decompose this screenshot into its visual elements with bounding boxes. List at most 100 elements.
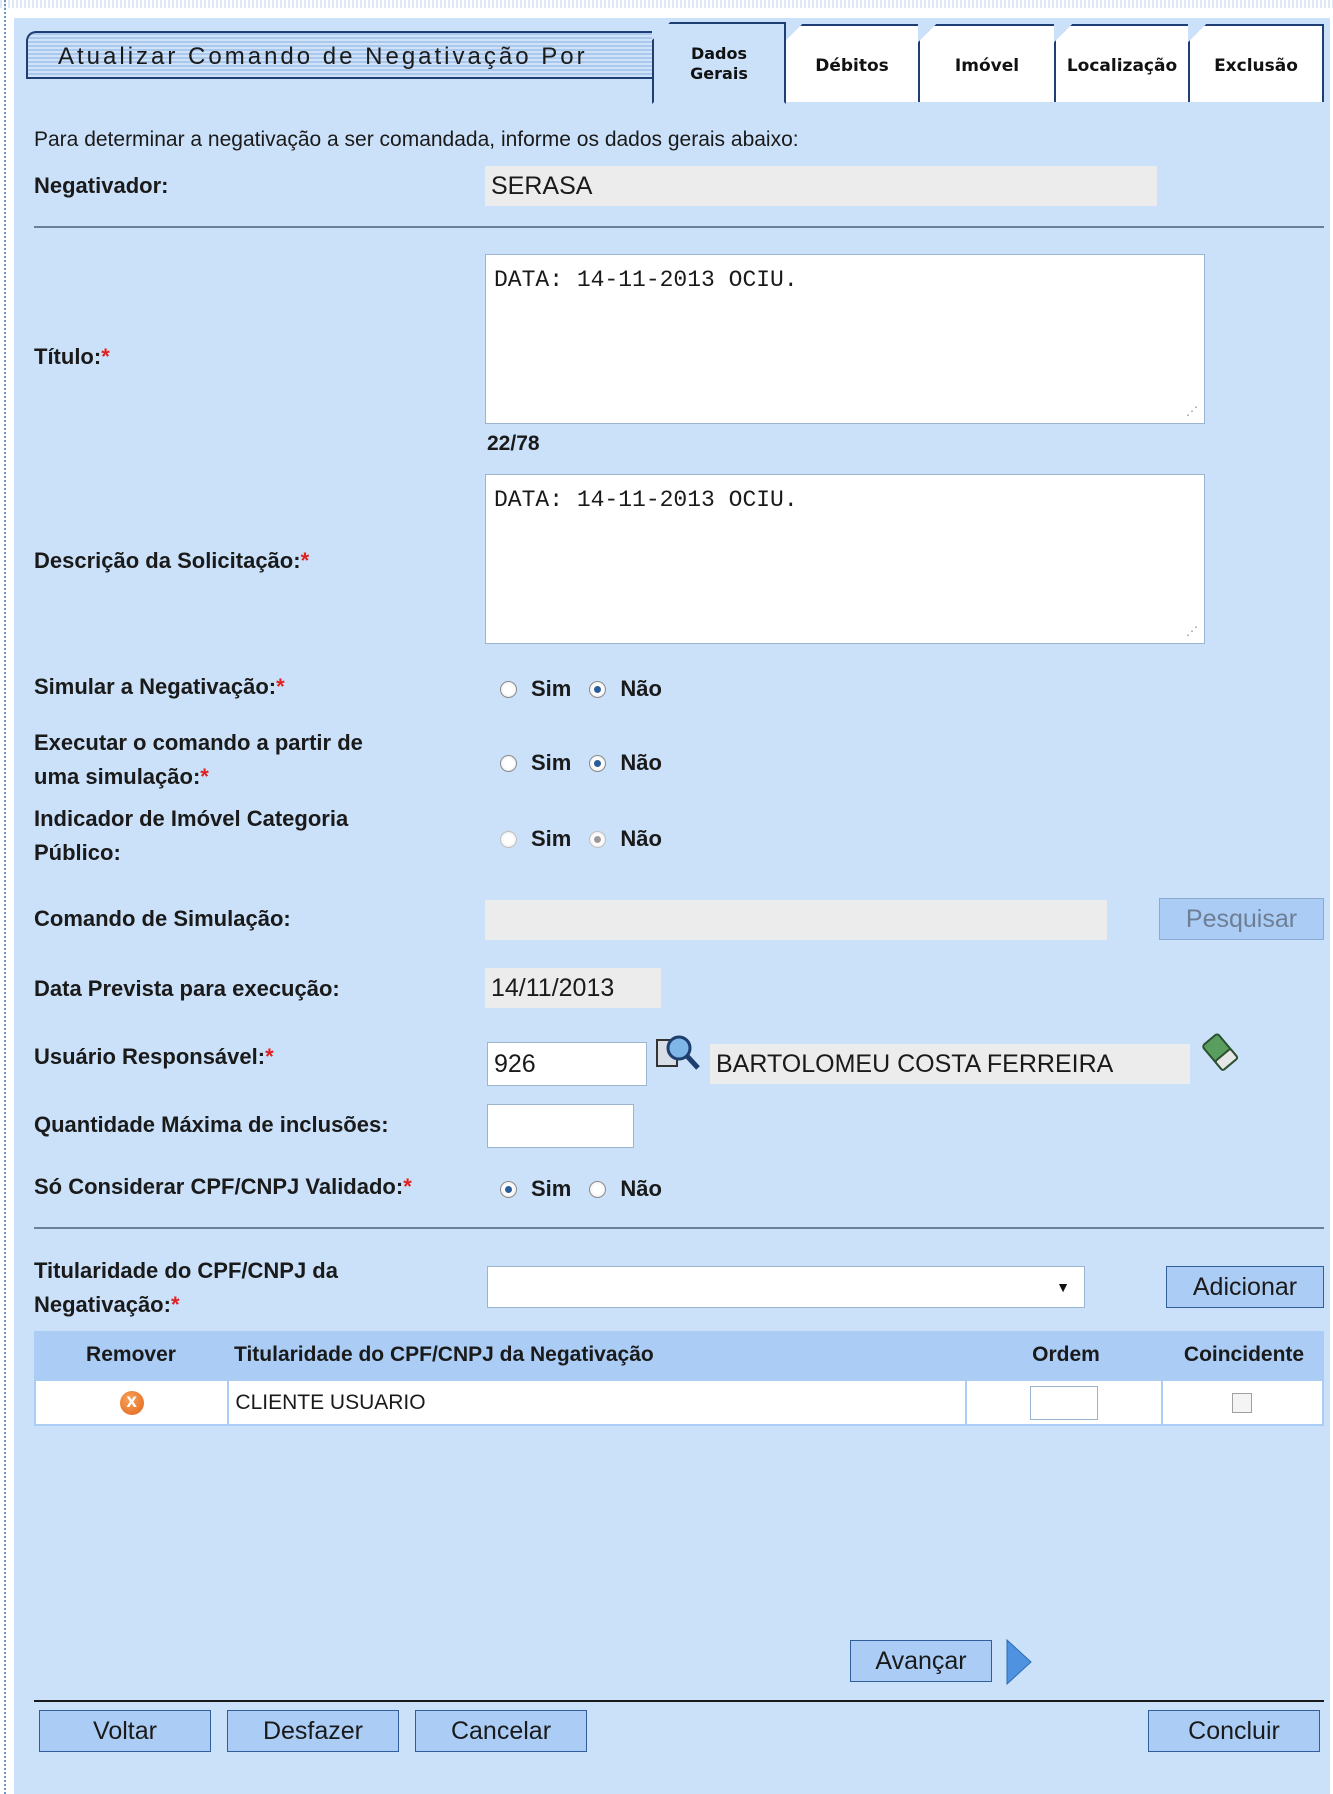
usuario-code-input[interactable]: 926	[487, 1042, 647, 1086]
titularidade-label-line2: Negativação:	[34, 1292, 171, 1317]
titularidade-select[interactable]: ▼	[487, 1266, 1085, 1308]
data-prevista-value: 14/11/2013	[485, 968, 661, 1008]
executar-label-line1: Executar o comando a partir de	[34, 730, 363, 755]
tab-debitos[interactable]: Débitos	[784, 24, 920, 102]
comando-simulacao-label: Comando de Simulação:	[34, 906, 291, 931]
usuario-name-value: BARTOLOMEU COSTA FERREIRA	[710, 1044, 1190, 1084]
required-marker: *	[403, 1174, 412, 1199]
window-left-edge	[0, 0, 6, 1794]
tab-debitos-label: Débitos	[815, 56, 889, 76]
simular-sim-radio[interactable]	[500, 680, 517, 698]
adicionar-button[interactable]: Adicionar	[1166, 1266, 1324, 1308]
simular-radio-group: Sim Não	[500, 672, 680, 706]
negativador-label: Negativador:	[34, 173, 169, 198]
tab-exclusao-label: Exclusão	[1214, 56, 1298, 76]
titularidade-label: Negativação:*	[34, 1288, 180, 1322]
tab-imovel[interactable]: Imóvel	[918, 24, 1056, 102]
simular-nao-radio[interactable]	[589, 680, 607, 698]
cpf-validado-label: Só Considerar CPF/CNPJ Validado:*	[34, 1170, 412, 1204]
indicador-radio-group: Sim Não	[500, 822, 680, 856]
executar-nao-radio[interactable]	[589, 754, 607, 772]
executar-nao-label: Não	[620, 750, 662, 775]
required-marker: *	[200, 764, 209, 789]
descricao-label-text: Descrição da Solicitação:	[34, 548, 301, 573]
tab-dados-gerais[interactable]: Dados Gerais	[652, 22, 786, 104]
header-coincidente: Coincidente	[1183, 1343, 1305, 1366]
cpf-validado-label-text: Só Considerar CPF/CNPJ Validado:	[34, 1174, 404, 1199]
ordem-cell	[967, 1381, 1163, 1424]
simular-sim-label: Sim	[531, 676, 572, 701]
simular-label-text: Simular a Negativação:	[34, 674, 277, 699]
divider	[34, 1227, 1324, 1229]
indicador-label-line1: Indicador de Imóvel Categoria	[34, 806, 349, 831]
tab-imovel-label: Imóvel	[954, 56, 1020, 76]
tab-dados-gerais-line2: Gerais	[690, 64, 748, 83]
executar-sim-radio[interactable]	[500, 754, 517, 772]
data-prevista-label: Data Prevista para execução:	[34, 976, 340, 1001]
window-top-edge	[0, 0, 1333, 8]
cpf-validado-sim-label: Sim	[531, 1176, 572, 1201]
magnifier-icon[interactable]	[653, 1030, 703, 1078]
desfazer-button[interactable]: Desfazer	[227, 1710, 399, 1752]
table-row: X CLIENTE USUARIO	[34, 1379, 1324, 1426]
comando-simulacao-field	[485, 900, 1107, 940]
chevron-down-icon: ▼	[1056, 1279, 1070, 1295]
tab-localizacao[interactable]: Localização	[1054, 24, 1190, 102]
header-remover: Remover	[86, 1343, 176, 1366]
executar-label-line2: uma simulação:	[34, 764, 201, 789]
quantidade-label: Quantidade Máxima de inclusões:	[34, 1112, 389, 1137]
tab-localizacao-label: Localização	[1066, 56, 1178, 76]
required-marker: *	[276, 674, 285, 699]
usuario-label: Usuário Responsável:*	[34, 1040, 274, 1074]
indicador-nao-label: Não	[620, 826, 662, 851]
header-titularidade: Titularidade do CPF/CNPJ da Negativação	[234, 1343, 654, 1366]
voltar-button[interactable]: Voltar	[39, 1710, 211, 1752]
titulo-label-text: Título:	[34, 344, 102, 369]
required-marker: *	[300, 548, 310, 573]
titulo-value: DATA: 14-11-2013 OCIU.	[494, 267, 798, 293]
executar-sim-label: Sim	[531, 750, 572, 775]
arrow-right-icon[interactable]	[1004, 1638, 1034, 1686]
cpf-validado-sim-radio[interactable]	[500, 1180, 517, 1198]
required-marker: *	[170, 1292, 180, 1317]
titularidade-table: Remover Titularidade do CPF/CNPJ da Nega…	[34, 1331, 1324, 1426]
resize-grip-icon[interactable]: ⋰	[1186, 624, 1198, 639]
concluir-button[interactable]: Concluir	[1148, 1710, 1320, 1752]
descricao-value: DATA: 14-11-2013 OCIU.	[494, 487, 798, 513]
titularidade-label-line1: Titularidade do CPF/CNPJ da	[34, 1258, 338, 1283]
descricao-textarea[interactable]: DATA: 14-11-2013 OCIU. ⋰	[485, 474, 1205, 644]
resize-grip-icon[interactable]: ⋰	[1186, 404, 1198, 419]
pesquisar-button[interactable]: Pesquisar	[1159, 898, 1324, 940]
indicador-nao-radio	[589, 830, 607, 848]
cancelar-button[interactable]: Cancelar	[415, 1710, 587, 1752]
tab-dados-gerais-line1: Dados	[690, 44, 748, 63]
header-ordem: Ordem	[1032, 1343, 1100, 1366]
eraser-icon[interactable]	[1200, 1030, 1240, 1074]
page-title-bar: Atualizar Comando de Negativação Por	[26, 31, 674, 79]
divider	[34, 226, 1324, 228]
indicador-label-line2: Público:	[34, 840, 121, 865]
table-header: Remover Titularidade do CPF/CNPJ da Nega…	[34, 1331, 1324, 1379]
indicador-sim-label: Sim	[531, 826, 572, 851]
simular-nao-label: Não	[620, 676, 662, 701]
ordem-input[interactable]	[1029, 1385, 1098, 1420]
executar-label: uma simulação:*	[34, 760, 209, 794]
avancar-button[interactable]: Avançar	[850, 1640, 992, 1682]
indicador-sim-radio	[500, 830, 517, 848]
tab-exclusao[interactable]: Exclusão	[1188, 24, 1324, 102]
remover-cell: X	[36, 1381, 230, 1424]
required-marker: *	[265, 1044, 274, 1069]
coincidente-cell	[1163, 1381, 1323, 1424]
page-title: Atualizar Comando de Negativação Por	[58, 43, 588, 70]
cpf-validado-nao-label: Não	[620, 1176, 662, 1201]
titulo-label: Título:*	[34, 340, 110, 374]
negativador-value: SERASA	[485, 166, 1157, 206]
quantidade-input[interactable]	[487, 1104, 634, 1148]
cpf-validado-radio-group: Sim Não	[500, 1172, 680, 1206]
coincidente-checkbox[interactable]	[1232, 1392, 1253, 1413]
titulo-char-counter: 22/78	[487, 432, 540, 455]
descricao-label: Descrição da Solicitação:*	[34, 544, 309, 578]
titulo-textarea[interactable]: DATA: 14-11-2013 OCIU. ⋰	[485, 254, 1205, 424]
remove-icon[interactable]: X	[119, 1390, 144, 1415]
cpf-validado-nao-radio[interactable]	[589, 1180, 607, 1198]
